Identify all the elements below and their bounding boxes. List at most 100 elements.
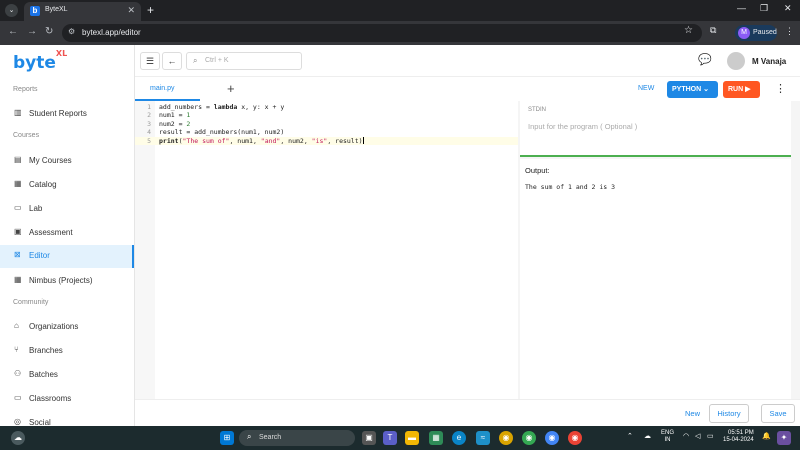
site-settings-icon[interactable]: ⚙	[68, 27, 75, 36]
save-button[interactable]: Save	[761, 404, 795, 423]
chrome-alt-icon[interactable]: ◉	[568, 431, 582, 445]
sidebar-item-organizations[interactable]: ⌂ Organizations	[0, 316, 134, 338]
tab-close-icon[interactable]: ✕	[127, 5, 135, 16]
task-view-icon[interactable]: ▣	[362, 431, 376, 445]
edge-icon[interactable]: e	[452, 431, 466, 445]
new-file-link[interactable]: NEW	[638, 85, 654, 92]
social-icon: ◎	[14, 417, 21, 426]
more-options-icon[interactable]: ⋮	[775, 82, 786, 95]
sidebar-item-nimbus[interactable]: ▦ Nimbus (Projects)	[0, 270, 134, 292]
language-select[interactable]: PYTHON ⌄	[667, 81, 718, 98]
editor-workspace: main.py + NEW PYTHON ⌄ RUN ▶ ⋮ 1 add_num…	[135, 77, 800, 426]
tab-search-chevron-icon[interactable]: ⌄	[5, 4, 18, 17]
notification-bell-icon[interactable]: 🔔	[762, 432, 771, 440]
stdin-panel[interactable]: STDIN Input for the program ( Optional )	[520, 101, 791, 157]
history-button[interactable]: History	[709, 404, 749, 423]
wifi-icon[interactable]: ◠	[683, 432, 689, 440]
clock[interactable]: 05:51 PM 15-04-2024	[723, 430, 754, 444]
window-close-icon[interactable]: ✕	[784, 3, 792, 14]
sidebar-item-branches[interactable]: ⑂ Branches	[0, 340, 134, 362]
browser-menu-icon[interactable]: ⋮	[785, 26, 794, 37]
sidebar-item-batches[interactable]: ⚇ Batches	[0, 364, 134, 386]
tray-cloud-icon[interactable]: ☁	[644, 432, 651, 440]
new-button[interactable]: New	[685, 409, 700, 418]
copilot-icon[interactable]: ✦	[777, 431, 791, 445]
code-line-current: 5 print("The sum of", num1, "and", num2,…	[135, 136, 518, 145]
code-editor[interactable]: 1 add_numbers = lambda x, y: x + y 2 num…	[135, 101, 518, 399]
store-icon[interactable]: ▦	[429, 431, 443, 445]
laptop-icon: ▭	[14, 203, 22, 212]
extensions-icon[interactable]: ⧉	[710, 25, 716, 36]
browser-tabstrip: ⌄ b ByteXL ✕ + — ❐ ✕	[0, 0, 800, 21]
user-avatar[interactable]	[727, 52, 745, 70]
file-tab-main[interactable]: main.py	[135, 77, 200, 101]
chrome-icon[interactable]: ◉	[522, 431, 536, 445]
reload-icon[interactable]: ↻	[45, 26, 53, 37]
bookmark-star-icon[interactable]: ☆	[684, 25, 693, 36]
menu-toggle-icon[interactable]: ☰	[140, 52, 160, 70]
browser-toolbar: ← → ↻ ⚙ bytexl.app/editor ☆ ⧉ M Paused ⋮	[0, 21, 800, 45]
chevron-down-icon: ⌄	[703, 86, 709, 93]
run-button[interactable]: RUN ▶	[723, 81, 760, 98]
grid-icon: ▦	[14, 275, 22, 284]
search-input[interactable]: ⌕ Ctrl + K	[186, 52, 302, 70]
chrome-canary-icon[interactable]: ◉	[499, 431, 513, 445]
section-label-reports: Reports	[13, 86, 38, 93]
chrome-profile-icon[interactable]: ◉	[545, 431, 559, 445]
back-arrow-icon[interactable]: ←	[8, 26, 18, 37]
building-icon: ⌂	[14, 321, 19, 330]
sidebar-item-lab[interactable]: ▭ Lab	[0, 198, 134, 220]
sidebar-item-student-reports[interactable]: ▥ Student Reports	[0, 103, 134, 125]
book-icon: ▤	[14, 155, 22, 164]
weather-icon[interactable]: ☁	[11, 431, 25, 445]
new-tab-icon[interactable]: +	[147, 3, 154, 17]
back-button-icon[interactable]: ←	[162, 52, 182, 70]
os-taskbar: ☁ ⊞ ⌕ Search ▣ T ▬ ▦ e ≈ ◉ ◉ ◉ ◉ ⌃ ☁ ENG…	[0, 426, 800, 450]
classroom-icon: ▭	[14, 393, 22, 402]
line-gutter	[135, 101, 155, 399]
start-icon[interactable]: ⊞	[220, 431, 234, 445]
section-label-courses: Courses	[13, 132, 40, 139]
browser-tab[interactable]: b ByteXL ✕	[24, 2, 141, 21]
sidebar-item-classrooms[interactable]: ▭ Classrooms	[0, 388, 134, 410]
output-panel: Output: The sum of 1 and 2 is 3	[520, 159, 791, 399]
stdin-input[interactable]: Input for the program ( Optional )	[528, 122, 637, 131]
bar-chart-icon: ▥	[14, 108, 22, 117]
people-icon: ⚇	[14, 369, 22, 378]
url-text: bytexl.app/editor	[82, 28, 141, 37]
profile-button[interactable]: M Paused	[735, 25, 777, 41]
address-bar[interactable]: ⚙ bytexl.app/editor	[62, 24, 702, 42]
sidebar-item-editor[interactable]: ⊠ Editor	[0, 245, 134, 268]
maximize-icon[interactable]: ❐	[760, 3, 768, 14]
minimize-icon[interactable]: —	[737, 3, 746, 13]
teams-icon[interactable]: T	[383, 431, 397, 445]
sidebar-item-my-courses[interactable]: ▤ My Courses	[0, 150, 134, 172]
catalog-icon: ▦	[14, 179, 22, 188]
tab-title: ByteXL	[45, 6, 68, 13]
user-name[interactable]: M Vanaja	[752, 57, 786, 66]
search-placeholder: Ctrl + K	[205, 57, 229, 64]
text-cursor	[362, 137, 364, 145]
sidebar-item-assessment[interactable]: ▣ Assessment	[0, 222, 134, 244]
bytexl-logo[interactable]: byteXL	[13, 49, 67, 73]
editor-bottom-bar: New History Save	[135, 399, 800, 426]
chat-icon[interactable]: 💬	[698, 53, 714, 69]
language-indicator[interactable]: ENG IN	[661, 430, 674, 444]
app-toolbar: ☰ ← ⌕ Ctrl + K 💬 M Vanaja	[135, 45, 800, 77]
app-icon[interactable]: ≈	[476, 431, 490, 445]
battery-icon[interactable]: ▭	[707, 432, 714, 440]
file-explorer-icon[interactable]: ▬	[405, 431, 419, 445]
tray-chevron-icon[interactable]: ⌃	[627, 432, 633, 440]
output-text: The sum of 1 and 2 is 3	[525, 183, 616, 191]
section-label-community: Community	[13, 299, 49, 306]
search-icon: ⌕	[247, 432, 252, 441]
sidebar-item-catalog[interactable]: ▦ Catalog	[0, 174, 134, 196]
profile-avatar: M	[738, 27, 750, 39]
forward-arrow-icon[interactable]: →	[27, 26, 37, 37]
stdin-label: STDIN	[528, 107, 546, 113]
add-file-icon[interactable]: +	[227, 81, 235, 96]
code-line: 1 add_numbers = lambda x, y: x + y	[147, 103, 285, 111]
taskbar-search[interactable]: ⌕ Search	[239, 430, 355, 446]
sidebar-item-social[interactable]: ◎ Social	[0, 412, 134, 426]
volume-icon[interactable]: ◁	[695, 432, 700, 440]
